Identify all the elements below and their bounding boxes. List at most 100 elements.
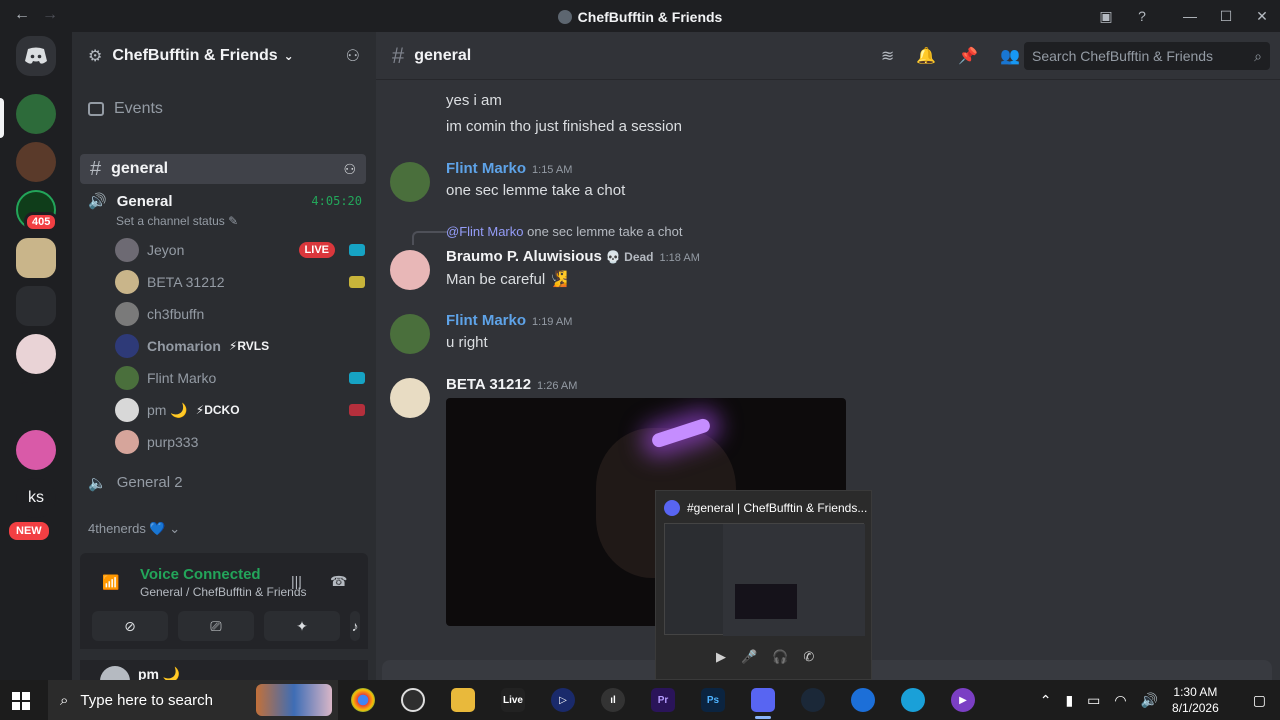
threads-icon[interactable]: ≋ [881,46,894,66]
avatar[interactable] [390,378,430,418]
pin-icon[interactable]: 📌 [958,46,978,66]
discord-taskbar-icon[interactable] [751,688,775,719]
disconnect-icon[interactable]: ✆ [803,649,814,665]
server-icon [557,10,572,24]
channel-name: general [111,160,169,177]
volume-icon[interactable]: 🔊 [1141,692,1158,709]
voice-connected-subtitle[interactable]: General / ChefBufftin & Friends [140,585,307,599]
voice-user[interactable]: purp333 [115,426,365,458]
wifi-icon[interactable]: ◠ [1114,692,1126,709]
message-author[interactable]: Flint Marko [446,160,526,177]
channel-status-input[interactable]: Set a channel status ✎ [116,214,368,228]
noise-suppression-icon[interactable]: ||| [291,573,302,589]
windows-start-icon[interactable] [12,692,30,710]
server-icon-5[interactable] [16,286,56,326]
audio-app-icon[interactable]: ıl [601,688,625,712]
server-icon-6[interactable] [16,334,56,374]
headphones-icon[interactable]: 🎧 [772,649,788,665]
system-tray: ⌃ ▮ ▭ ◠ 🔊 1:30 AM 8/1/2026 ▢ [1040,680,1280,720]
reply-reference[interactable]: @Flint Marko one sec lemme take a chot [446,224,682,239]
activities-button[interactable]: ✦ [264,611,340,641]
inbox-icon[interactable]: ▣ [1088,8,1124,25]
photoshop-icon[interactable]: Ps [701,688,725,712]
voice-timer: 4:05:20 [311,194,362,208]
clock[interactable]: 1:30 AM 8/1/2026 [1172,684,1233,716]
voice-user[interactable]: BETA 31212 [115,266,365,298]
server-icon-1[interactable] [16,94,56,134]
message-author[interactable]: Flint Marko [446,312,526,329]
camera-button[interactable]: ⊘ [92,611,168,641]
category-4thenerds[interactable]: 4thenerds 💙 ⌄ [88,521,180,537]
maximize-button[interactable]: ☐ [1208,8,1244,25]
help-icon[interactable]: ? [1124,8,1160,24]
soundboard-button[interactable]: ♪ [350,611,360,641]
premiere-icon[interactable]: Pr [651,688,675,712]
screen-share-button[interactable]: ⎚ [178,611,254,641]
disconnect-icon[interactable]: ☎ [330,573,347,590]
microphone-icon[interactable]: 🎤 [741,649,757,665]
message-time: 1:18 AM [659,252,700,264]
ableton-live-icon[interactable]: Live [501,688,525,712]
taskbar-search-placeholder: Type here to search [80,691,213,709]
minimize-button[interactable]: — [1172,8,1208,24]
camera-icon[interactable]: ▶ [716,649,726,665]
calendar-icon [88,102,104,116]
video-app-icon[interactable]: ▷ [551,688,575,712]
server-icon-7[interactable] [16,382,56,422]
device-icon[interactable]: ▮ [1065,692,1073,709]
media-player-icon[interactable]: ▶ [951,688,975,712]
voice-channel-general-2[interactable]: 🔈 General 2 [88,474,183,492]
close-button[interactable]: ✕ [1244,8,1280,25]
chevron-up-icon[interactable]: ⌃ [1040,692,1052,709]
clan-tag: ⚡RVLS [228,339,270,353]
avatar[interactable] [390,162,430,202]
taskbar-search[interactable]: ⌕ Type here to search [48,680,338,720]
battery-icon[interactable]: ▭ [1087,692,1100,709]
server-icon-2[interactable] [16,142,56,182]
voice-channel-general[interactable]: 🔊 General 4:05:20 Set a channel status ✎ [88,192,368,229]
screen-share-icon: ⎚ [210,617,222,634]
server-icon-4[interactable] [16,238,56,278]
notification-icon[interactable]: ▢ [1253,692,1266,709]
voice-user[interactable]: Chomarion ⚡RVLS [115,330,365,362]
preview-controls: ▶ 🎤 🎧 ✆ [716,649,814,665]
reply-text: one sec lemme take a chot [527,224,683,239]
avatar[interactable] [390,314,430,354]
members-icon[interactable]: 👥 [1000,46,1020,66]
discord-home-button[interactable] [16,36,56,76]
events-item[interactable]: Events [88,100,163,118]
preview-thumbnail[interactable] [664,523,865,636]
channel-status-text: Set a channel status [116,214,225,228]
message-author[interactable]: Braumo P. Aluwisious [446,248,602,265]
chrome-icon[interactable] [351,688,375,712]
avatar[interactable] [390,250,430,290]
speaker-icon: 🔈 [88,475,107,492]
signal-icon[interactable]: 📶 [102,574,119,591]
taskbar-window-preview[interactable]: #general | ChefBufftin & Friends... ▶ 🎤 … [655,490,872,680]
add-member-icon[interactable]: ⚇ [343,161,356,178]
obs-icon[interactable] [401,688,425,712]
message-text: Man be careful 🧏 [446,271,569,288]
app-blue-icon[interactable] [851,688,875,712]
speaker-icon: 🔊 [88,193,107,210]
soundboard-icon: ♪ [351,618,359,634]
file-explorer-icon[interactable] [451,688,475,712]
search-input[interactable]: Search ChefBufftin & Friends ⌕ [1024,42,1270,70]
voice-user[interactable]: Jeyon LIVE [115,234,365,266]
server-icon-8[interactable] [16,430,56,470]
voice-user[interactable]: pm 🌙 ⚡DCKO [115,394,365,426]
channel-general[interactable]: # general ⚇ [80,154,366,184]
server-header[interactable]: ⚙ ChefBufftin & Friends ⌄ ⚇ [72,32,376,80]
dolphin-icon[interactable] [901,688,925,712]
voice-user-name: pm 🌙 [147,401,188,418]
bell-icon[interactable]: 🔔 [916,46,936,66]
steam-icon[interactable] [801,688,825,712]
server-icon-ks[interactable]: ks [16,478,56,518]
voice-channel-name: General [116,192,173,210]
voice-user[interactable]: Flint Marko [115,362,365,394]
voice-connected-title[interactable]: Voice Connected [140,566,261,583]
voice-user[interactable]: ch3fbuffn [115,298,365,330]
search-highlight-image [256,684,332,716]
invite-people-icon[interactable]: ⚇ [346,46,360,66]
message-author[interactable]: BETA 31212 [446,376,531,393]
